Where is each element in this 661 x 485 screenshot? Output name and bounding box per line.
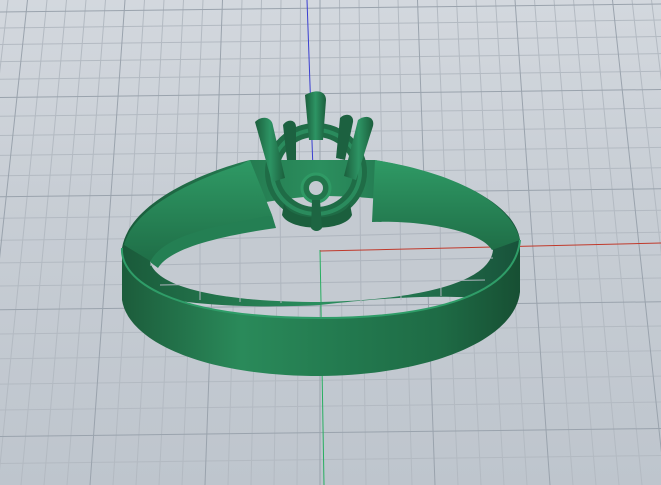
grid-line-vertical — [89, 0, 126, 485]
grid-line-vertical — [20, 0, 67, 485]
grid-line-vertical — [66, 0, 106, 485]
grid-line-horizontal — [0, 36, 661, 46]
viewport-canvas[interactable] — [0, 0, 661, 485]
grid-line-horizontal — [0, 401, 661, 411]
grid-line-vertical — [43, 0, 87, 485]
grid-line-horizontal — [0, 428, 661, 437]
grid-line-horizontal — [0, 19, 661, 29]
grid-line-vertical — [573, 0, 620, 485]
grid-line-vertical — [592, 0, 643, 485]
grid-line-vertical — [0, 0, 28, 259]
grid-line-horizontal — [0, 455, 661, 464]
3d-viewport[interactable] — [0, 0, 661, 485]
grid-line-horizontal — [0, 146, 661, 156]
ring-model[interactable] — [120, 91, 521, 376]
grid-line-horizontal — [0, 53, 661, 63]
grid-line-horizontal — [0, 375, 661, 385]
prong-back-left — [283, 120, 296, 160]
grid-line-horizontal — [0, 107, 661, 117]
grid-line-vertical — [612, 0, 661, 453]
z-axis-line — [306, 0, 314, 171]
grid-line-horizontal — [0, 3, 661, 13]
grid-line-vertical — [0, 0, 48, 471]
